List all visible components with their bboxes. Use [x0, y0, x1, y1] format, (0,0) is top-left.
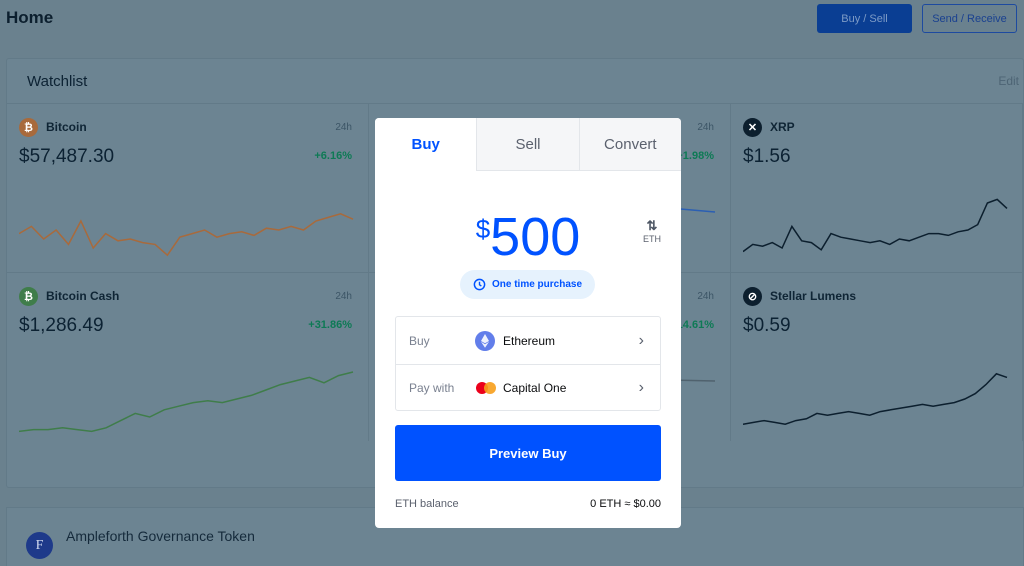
sparkline-chart: [743, 198, 1008, 253]
price-change: +6.16%: [314, 150, 352, 162]
send-receive-button[interactable]: Send / Receive: [922, 4, 1017, 33]
watchlist-title: Watchlist: [27, 73, 88, 90]
watchlist-card[interactable]: ₿ Bitcoin 24h $57,487.30 +6.16%: [7, 103, 369, 272]
period-label: 24h: [697, 122, 714, 133]
chevron-right-icon: ›: [638, 379, 644, 396]
sparkline: [743, 372, 1008, 425]
ampleforth-icon: F: [26, 532, 53, 559]
amount-input[interactable]: $500: [375, 206, 681, 268]
sparkline: [19, 371, 354, 433]
mastercard-icon: [476, 382, 496, 394]
pay-with-label: Pay with: [409, 381, 455, 395]
sparkline: [743, 198, 1008, 253]
switch-unit: ETH: [643, 234, 661, 244]
period-label: 24h: [697, 291, 714, 302]
switch-currency-button[interactable]: ⇅ ETH: [643, 218, 661, 244]
tab-convert[interactable]: Convert: [578, 118, 681, 171]
trade-modal: Buy Sell Convert $500 ⇅ ETH One time pur…: [375, 118, 681, 528]
tab-sell[interactable]: Sell: [476, 118, 579, 171]
tab-buy[interactable]: Buy: [375, 118, 477, 171]
sparkline-chart: [19, 213, 354, 257]
coin-name: Bitcoin: [46, 120, 87, 134]
preview-buy-button[interactable]: Preview Buy: [395, 425, 661, 481]
bitcoin-cash-icon: ₿: [19, 287, 38, 306]
page-title: Home: [6, 8, 54, 27]
sparkline-chart: [19, 371, 354, 433]
clock-icon: [473, 278, 486, 291]
xrp-icon: ✕: [743, 118, 762, 137]
currency-symbol: $: [475, 214, 491, 244]
coin-price: $57,487.30: [19, 146, 115, 167]
payment-method-selector[interactable]: Pay with Capital One ›: [396, 364, 660, 411]
coin-price: $0.59: [743, 315, 791, 336]
coin-name: Bitcoin Cash: [46, 289, 120, 303]
sparkline: [19, 213, 354, 257]
chevron-right-icon: ›: [638, 331, 644, 349]
watchlist-card[interactable]: ✕ XRP $1.56: [731, 103, 1023, 272]
ethereum-icon: [475, 330, 495, 351]
watchlist-card[interactable]: ⊘ Stellar Lumens $0.59: [731, 272, 1023, 441]
balance-value: 0 ETH ≈ $0.00: [590, 498, 661, 510]
buy-asset-selector[interactable]: Buy Ethereum ›: [396, 317, 660, 364]
coin-name: Stellar Lumens: [770, 289, 857, 303]
sparkline-chart: [743, 372, 1008, 425]
coin-price: $1.56: [743, 146, 791, 167]
swap-arrows-icon: ⇅: [646, 218, 658, 233]
balance-label: ETH balance: [395, 498, 459, 510]
buy-sell-button[interactable]: Buy / Sell: [817, 4, 912, 33]
period-label: 24h: [335, 122, 352, 133]
period-label: 24h: [335, 291, 352, 302]
frequency-label: One time purchase: [491, 279, 583, 290]
coin-price: $1,286.49: [19, 315, 104, 336]
asset-name: Ampleforth Governance Token: [66, 528, 255, 544]
watchlist-card[interactable]: ₿ Bitcoin Cash 24h $1,286.49 +31.86%: [7, 272, 369, 441]
frequency-button[interactable]: One time purchase: [460, 270, 595, 299]
price-change: +1.98%: [676, 150, 714, 162]
amount-value: 500: [490, 207, 581, 267]
coin-name: XRP: [770, 120, 795, 134]
stellar-icon: ⊘: [743, 287, 762, 306]
edit-link[interactable]: Edit: [998, 74, 1019, 88]
price-change: +31.86%: [308, 319, 352, 331]
payment-method-name: Capital One: [503, 381, 567, 395]
buy-label: Buy: [409, 333, 430, 348]
buy-asset-name: Ethereum: [503, 333, 556, 348]
bitcoin-icon: ₿: [19, 118, 38, 137]
